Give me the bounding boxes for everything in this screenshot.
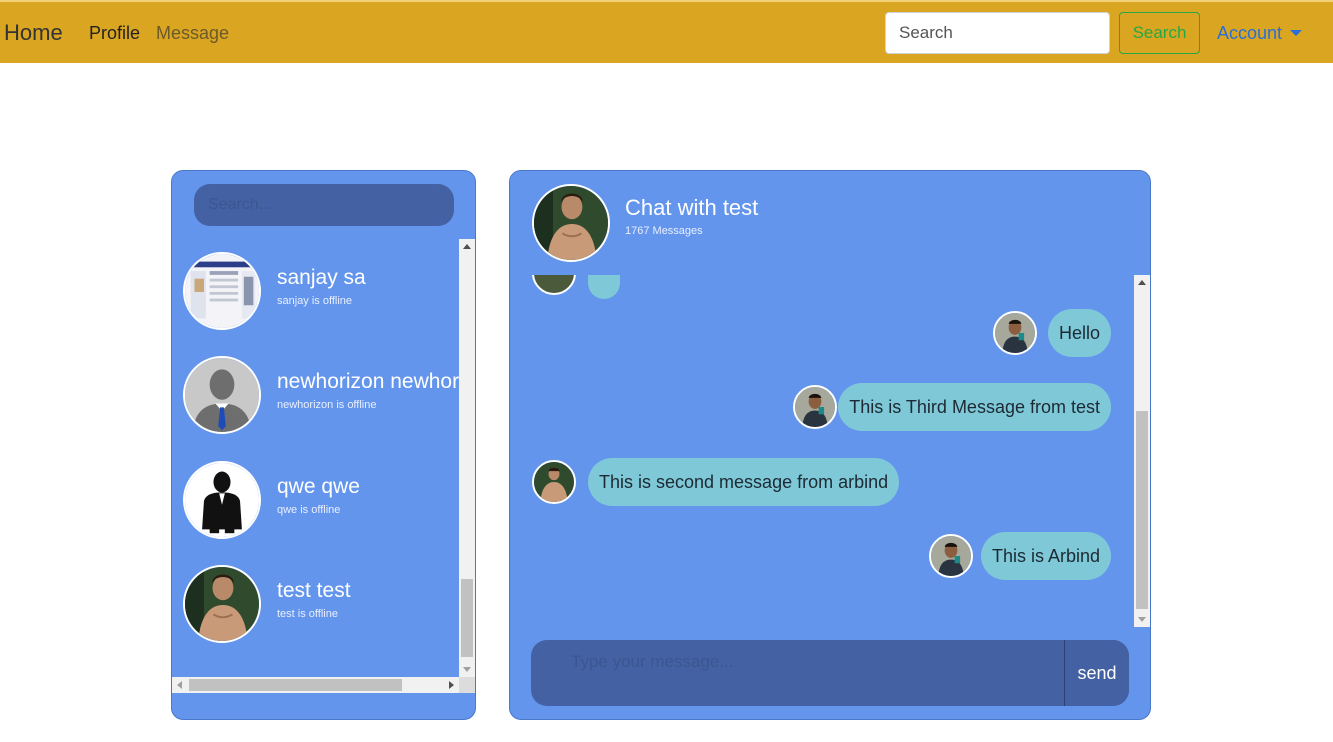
navbar-search-input[interactable] [885,12,1110,54]
message-row: This is second message from arbind [510,458,1134,506]
contact-list: sanjay sa sanjay is offline newhorizon n… [172,239,459,677]
scroll-down-icon[interactable] [463,667,471,672]
contact-status: newhorizon is offline [277,399,377,411]
account-label: Account [1217,23,1283,43]
message-composer: send [531,640,1129,706]
message-bubble: This is Arbind [980,532,1111,580]
contact-status: sanjay is offline [277,295,353,307]
message-row [510,275,1134,299]
profile-photo-icon [534,186,608,260]
avatar [183,252,261,330]
message-bubble: This is second message from arbind [588,458,900,506]
nav-link-profile[interactable]: Profile [89,23,140,44]
avatar [993,311,1037,355]
contact-name: sanjay sa [277,266,366,289]
scroll-up-icon[interactable] [463,244,471,249]
contact-item-newhorizon[interactable]: newhorizon newhorizon newhorizon is offl… [172,356,459,446]
navbar-search-button[interactable]: Search [1119,12,1200,54]
chat-title: Chat with test [625,195,759,220]
avatar [532,460,576,504]
message-input[interactable] [531,640,1065,706]
avatar [929,534,973,578]
contact-list-scrollbar[interactable] [459,239,475,677]
contact-status: qwe is offline [277,504,341,516]
message-list-scrollbar[interactable] [1134,275,1150,627]
contact-list-horizontal-scrollbar[interactable] [172,677,459,693]
message-bubble: This is Third Message from test [838,383,1111,431]
scroll-down-icon[interactable] [1138,617,1146,622]
contact-item-qwe[interactable]: qwe qwe qwe is offline [172,461,459,551]
scroll-up-icon[interactable] [1138,280,1146,285]
avatar [183,565,261,643]
profile-photo-icon [185,567,259,641]
avatar [183,356,261,434]
sender-photo-icon [931,536,971,576]
screenshot-thumbnail-icon [185,254,259,328]
scroll-right-icon[interactable] [449,681,454,689]
sender-photo-icon [534,462,574,502]
scrollbar-thumb[interactable] [189,679,402,691]
chat-panel: Chat with test 1767 Messages Hello This … [509,170,1151,720]
message-row: This is Arbind [510,532,1134,580]
message-list: Hello This is Third Message from test Th… [510,275,1134,627]
scrollbar-thumb[interactable] [461,579,473,657]
businessman-silhouette-icon [185,463,259,537]
avatar [532,184,610,262]
avatar [793,385,837,429]
sender-photo-icon [795,387,835,427]
contact-name: test test [277,579,351,602]
default-user-silhouette-icon [185,358,259,432]
brand-home-link[interactable]: Home [4,20,63,46]
scrollbar-corner [459,677,475,693]
contact-name: newhorizon newhorizon [277,370,459,393]
scroll-left-icon[interactable] [177,681,182,689]
contact-item-test[interactable]: test test test is offline [172,565,459,655]
caret-down-icon [1290,30,1303,36]
nav-link-message[interactable]: Message [156,23,229,44]
top-navbar: Home Profile Message Search Account [0,0,1333,63]
contact-search-input[interactable] [194,184,454,226]
message-bubble: Hello [1047,309,1111,357]
account-dropdown[interactable]: Account [1217,23,1303,44]
send-button[interactable]: send [1065,640,1129,706]
contact-status: test is offline [277,608,338,620]
contact-item-sanjay[interactable]: sanjay sa sanjay is offline [172,252,459,342]
contacts-panel: sanjay sa sanjay is offline newhorizon n… [171,170,476,720]
message-row: Hello [510,309,1134,357]
contact-name: qwe qwe [277,475,360,498]
message-count: 1767 Messages [625,225,703,237]
avatar [183,461,261,539]
chat-header: Chat with test 1767 Messages [510,171,1150,275]
message-bubble [588,275,620,299]
avatar [532,275,576,295]
message-row: This is Third Message from test [510,383,1134,431]
scrollbar-thumb[interactable] [1136,411,1148,609]
sender-photo-icon [995,313,1035,353]
